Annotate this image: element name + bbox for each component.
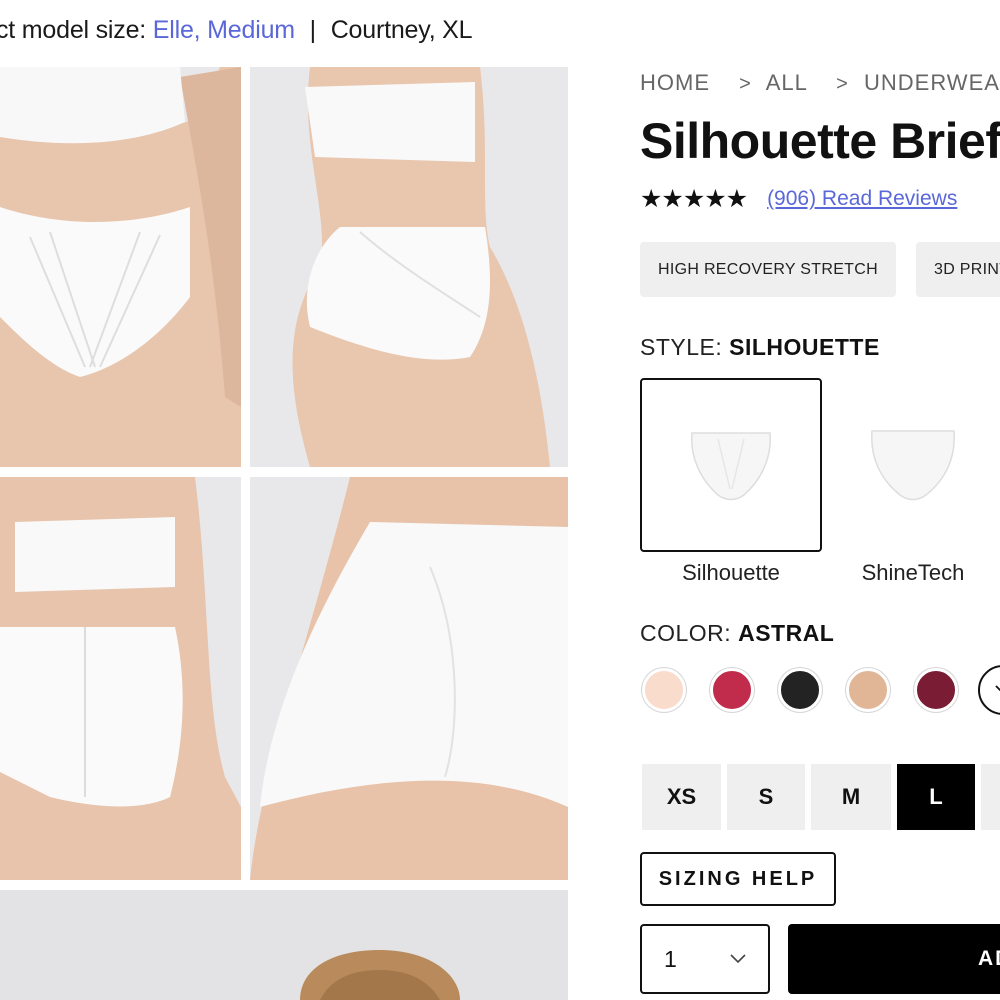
breadcrumb-all[interactable]: ALL [766,70,807,95]
star-rating-icon: ★★★★★ [640,185,748,213]
style-option-shinetech-label: ShineTech [861,560,965,585]
chevron-down-icon [730,954,746,964]
quantity-select[interactable]: 1 [640,924,770,994]
product-photo-hip-closeup[interactable] [250,477,568,880]
color-swatch-4[interactable] [846,668,890,712]
size-option-s[interactable]: S [727,764,805,830]
product-photo-lifestyle[interactable] [0,890,568,1000]
read-reviews-link[interactable]: (906) Read Reviews [767,187,957,211]
size-option-xs[interactable]: XS [642,764,721,830]
add-to-bag-button[interactable]: ADD TO BAG [788,924,1000,994]
chevron-down-icon [995,685,1000,692]
model-size-separator: | [309,16,317,44]
color-swatch-3[interactable] [778,668,822,712]
model-size-info: ct model size: Elle, Medium | Courtney, … [0,16,473,45]
sizing-help-button[interactable]: SIZING HELP [640,852,836,906]
model-size-courtney: Courtney, XL [330,16,473,44]
quantity-value: 1 [664,945,677,972]
breadcrumb-chevron-icon: > [836,73,849,95]
color-swatch-1[interactable] [642,668,686,712]
style-selected-value: SILHOUETTE [729,334,880,360]
feature-tag-high-recovery-stretch[interactable]: HIGH RECOVERY STRETCH [640,242,896,297]
product-photo-front[interactable] [0,67,241,467]
size-option-m[interactable]: M [811,764,891,830]
style-label-prefix: STYLE: [640,334,723,360]
style-label: STYLE: SILHOUETTE [640,334,880,361]
breadcrumb-underwear[interactable]: UNDERWEAR [864,70,1000,95]
style-option-shinetech[interactable] [822,378,1000,552]
product-title: Silhouette Brief [640,113,1000,169]
breadcrumb-chevron-icon: > [739,73,752,95]
color-swatch-5[interactable] [914,668,958,712]
breadcrumb: HOME > ALL > UNDERWEAR [640,70,1000,96]
product-photo-side[interactable] [250,67,568,467]
color-selected-value: ASTRAL [738,620,835,646]
model-size-prefix: ct model size: [0,16,147,44]
model-size-link-elle[interactable]: Elle, Medium [153,16,295,44]
color-label-prefix: COLOR: [640,620,732,646]
color-label: COLOR: ASTRAL [640,620,834,647]
product-photo-back[interactable] [0,477,241,880]
style-option-silhouette[interactable] [640,378,822,552]
color-swatch-2[interactable] [710,668,754,712]
size-option-l[interactable]: L [897,764,975,830]
shinetech-brief-thumbnail-icon [871,430,955,501]
silhouette-brief-thumbnail-icon [691,432,771,501]
product-rating: ★★★★★ (906) Read Reviews [640,184,957,214]
color-more-button[interactable] [978,665,1000,715]
feature-tag-3d-print[interactable]: 3D PRINT [916,242,1000,297]
size-option-next[interactable] [981,764,1000,830]
style-option-silhouette-label: Silhouette [682,560,780,585]
breadcrumb-home[interactable]: HOME [640,70,710,95]
